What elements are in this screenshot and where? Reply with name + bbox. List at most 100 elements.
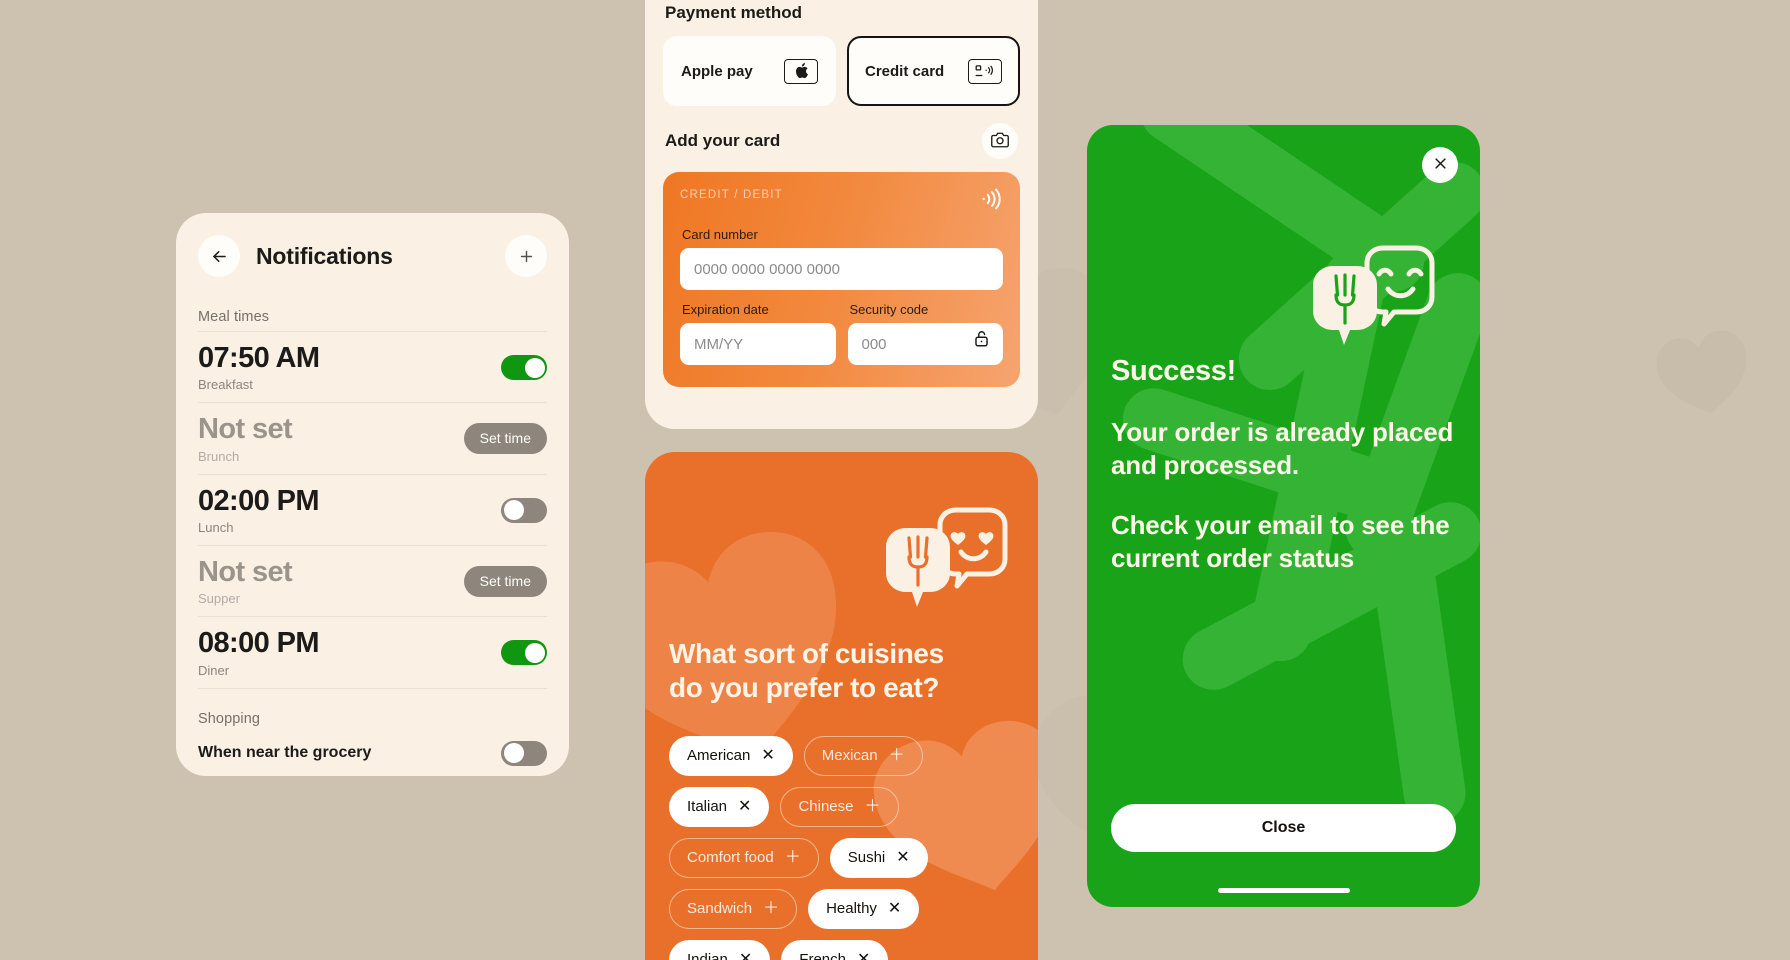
meal-time: 07:50 AM — [198, 342, 320, 374]
meal-info: 02:00 PM Lunch — [198, 484, 320, 535]
camera-icon — [991, 131, 1009, 152]
payment-options: Apple pay Credit card — [663, 36, 1020, 106]
cuisine-tag-chinese[interactable]: Chinese ＋ — [780, 786, 899, 827]
payment-option-label: Apple pay — [681, 62, 753, 80]
shopping-toggle-grocery[interactable] — [501, 740, 547, 766]
meal-toggle-diner[interactable] — [501, 640, 547, 666]
credit-card-form: CREDIT / DEBIT Card number Expiration da… — [663, 172, 1020, 387]
fork-chat-heart-eyes-icon — [883, 507, 1008, 617]
cuisine-preferences-panel: What sort of cuisines do you prefer to e… — [645, 452, 1038, 960]
set-time-button-supper[interactable]: Set time — [463, 566, 547, 598]
success-title: Success! — [1111, 355, 1236, 387]
expiration-label: Expiration date — [682, 302, 769, 317]
remove-icon: ✕ — [738, 950, 753, 960]
cuisine-tag-mexican[interactable]: Mexican ＋ — [803, 735, 923, 776]
section-label-shopping: Shopping — [198, 687, 547, 733]
page-title: Notifications — [256, 242, 393, 269]
add-icon: ＋ — [763, 899, 780, 917]
close-icon-button[interactable] — [1422, 147, 1458, 183]
card-number-label: Card number — [682, 227, 758, 242]
expiration-input[interactable] — [680, 323, 836, 365]
add-your-card-row: Add your card — [663, 106, 1020, 172]
payment-method-heading: Payment method — [665, 3, 802, 22]
card-number-input[interactable] — [680, 248, 1003, 290]
cuisine-tag-label: French — [799, 951, 846, 960]
shopping-item-label: When near the grocery — [198, 744, 372, 762]
table-row[interactable]: 02:00 PM Lunch — [198, 473, 547, 545]
payment-option-apple-pay[interactable]: Apple pay — [663, 36, 836, 106]
background-heart-right — [1648, 318, 1758, 418]
meal-time: Not set — [198, 413, 293, 446]
payment-panel: Payment method Apple pay Credit card Add… — [645, 0, 1038, 429]
success-message-body: Success! Your order is already placed an… — [1111, 125, 1456, 574]
add-icon: ＋ — [864, 797, 881, 815]
cuisine-tag-sandwich[interactable]: Sandwich ＋ — [669, 888, 798, 929]
meal-toggle-lunch[interactable] — [501, 497, 547, 523]
close-button[interactable]: Close — [1111, 804, 1456, 852]
meal-info: Not set Supper — [198, 555, 293, 607]
arrow-left-icon — [210, 247, 229, 266]
table-row[interactable]: 08:00 PM Diner — [198, 616, 547, 687]
meal-name: Supper — [198, 591, 240, 607]
scan-card-button[interactable] — [982, 123, 1018, 159]
table-row[interactable]: 07:50 AM Breakfast — [198, 331, 547, 402]
cuisine-tag-healthy[interactable]: Healthy ✕ — [808, 888, 920, 929]
contactless-icon — [979, 188, 1003, 215]
meal-name: Diner — [198, 662, 230, 678]
back-button[interactable] — [198, 235, 240, 277]
plus-icon — [518, 248, 535, 265]
cuisine-tag-label: Healthy — [826, 900, 877, 918]
remove-icon: ✕ — [896, 848, 910, 866]
add-icon: ＋ — [888, 746, 905, 764]
table-row[interactable]: Not set Supper Set time — [198, 544, 547, 616]
cuisine-tag-label: Sandwich — [687, 900, 753, 918]
cuisine-tag-label: American — [687, 747, 751, 765]
cuisine-tag-french[interactable]: French ✕ — [781, 939, 889, 960]
cuisine-tag-american[interactable]: American ✕ — [669, 735, 793, 776]
success-paragraph-1: Your order is already placed and process… — [1111, 417, 1454, 480]
remove-icon: ✕ — [856, 950, 871, 960]
cuisine-question-line2: do you prefer to eat? — [669, 672, 940, 704]
list-item[interactable]: When near the grocery — [198, 733, 547, 774]
cuisine-tag-indian[interactable]: Indian ✕ — [669, 939, 771, 960]
apple-logo-icon — [784, 58, 818, 84]
cuisine-question: What sort of cuisines do you prefer to e… — [669, 637, 1014, 706]
cuisine-tag-label: Mexican — [821, 747, 878, 765]
add-notification-button[interactable] — [505, 235, 547, 277]
success-paragraph-2: Check your email to see the current orde… — [1111, 510, 1450, 573]
notifications-panel: Notifications Meal times 07:50 AM Breakf… — [176, 213, 569, 776]
notifications-header: Notifications — [198, 213, 547, 299]
cuisine-tag-italian[interactable]: Italian ✕ — [669, 786, 770, 827]
meal-info: 07:50 AM Breakfast — [198, 342, 320, 393]
section-label-meal-times: Meal times — [198, 309, 270, 325]
cuisine-tag-sushi[interactable]: Sushi ✕ — [829, 837, 928, 878]
table-row[interactable]: Not set Brunch Set time — [198, 402, 547, 473]
meal-time: Not set — [198, 555, 293, 588]
meal-time: 02:00 PM — [198, 484, 320, 517]
cuisine-tag-label: Italian — [687, 798, 728, 816]
cuisine-tag-label: Indian — [687, 951, 728, 960]
cuisine-question-line1: What sort of cuisines — [669, 638, 944, 669]
credit-card-contactless-icon — [968, 58, 1002, 84]
meal-name: Brunch — [198, 448, 240, 464]
meal-time: 08:00 PM — [198, 627, 320, 660]
cuisine-tag-comfort-food[interactable]: Comfort food ＋ — [669, 837, 819, 878]
cuisine-tag-label: Chinese — [798, 798, 854, 816]
card-brand-label: CREDIT / DEBIT — [680, 189, 783, 201]
expiration-field-group: Expiration date — [680, 290, 836, 365]
add-card-label: Add your card — [665, 131, 781, 150]
meal-toggle-breakfast[interactable] — [501, 355, 547, 381]
meal-name: Breakfast — [198, 377, 253, 393]
remove-icon: ✕ — [887, 899, 902, 917]
meal-info: 08:00 PM Diner — [198, 627, 320, 678]
set-time-button-brunch[interactable]: Set time — [463, 423, 547, 455]
security-code-label: Security code — [849, 302, 929, 317]
security-field-group: Security code — [847, 290, 1003, 365]
cuisine-tag-list: American ✕ Mexican ＋ Italian ✕ Chinese ＋… — [669, 735, 1014, 960]
remove-icon: ✕ — [761, 746, 775, 764]
meal-info: Not set Brunch — [198, 413, 293, 464]
remove-icon: ✕ — [738, 797, 752, 815]
payment-option-credit-card[interactable]: Credit card — [847, 36, 1020, 106]
home-indicator — [1217, 888, 1350, 893]
add-icon: ＋ — [784, 848, 801, 866]
